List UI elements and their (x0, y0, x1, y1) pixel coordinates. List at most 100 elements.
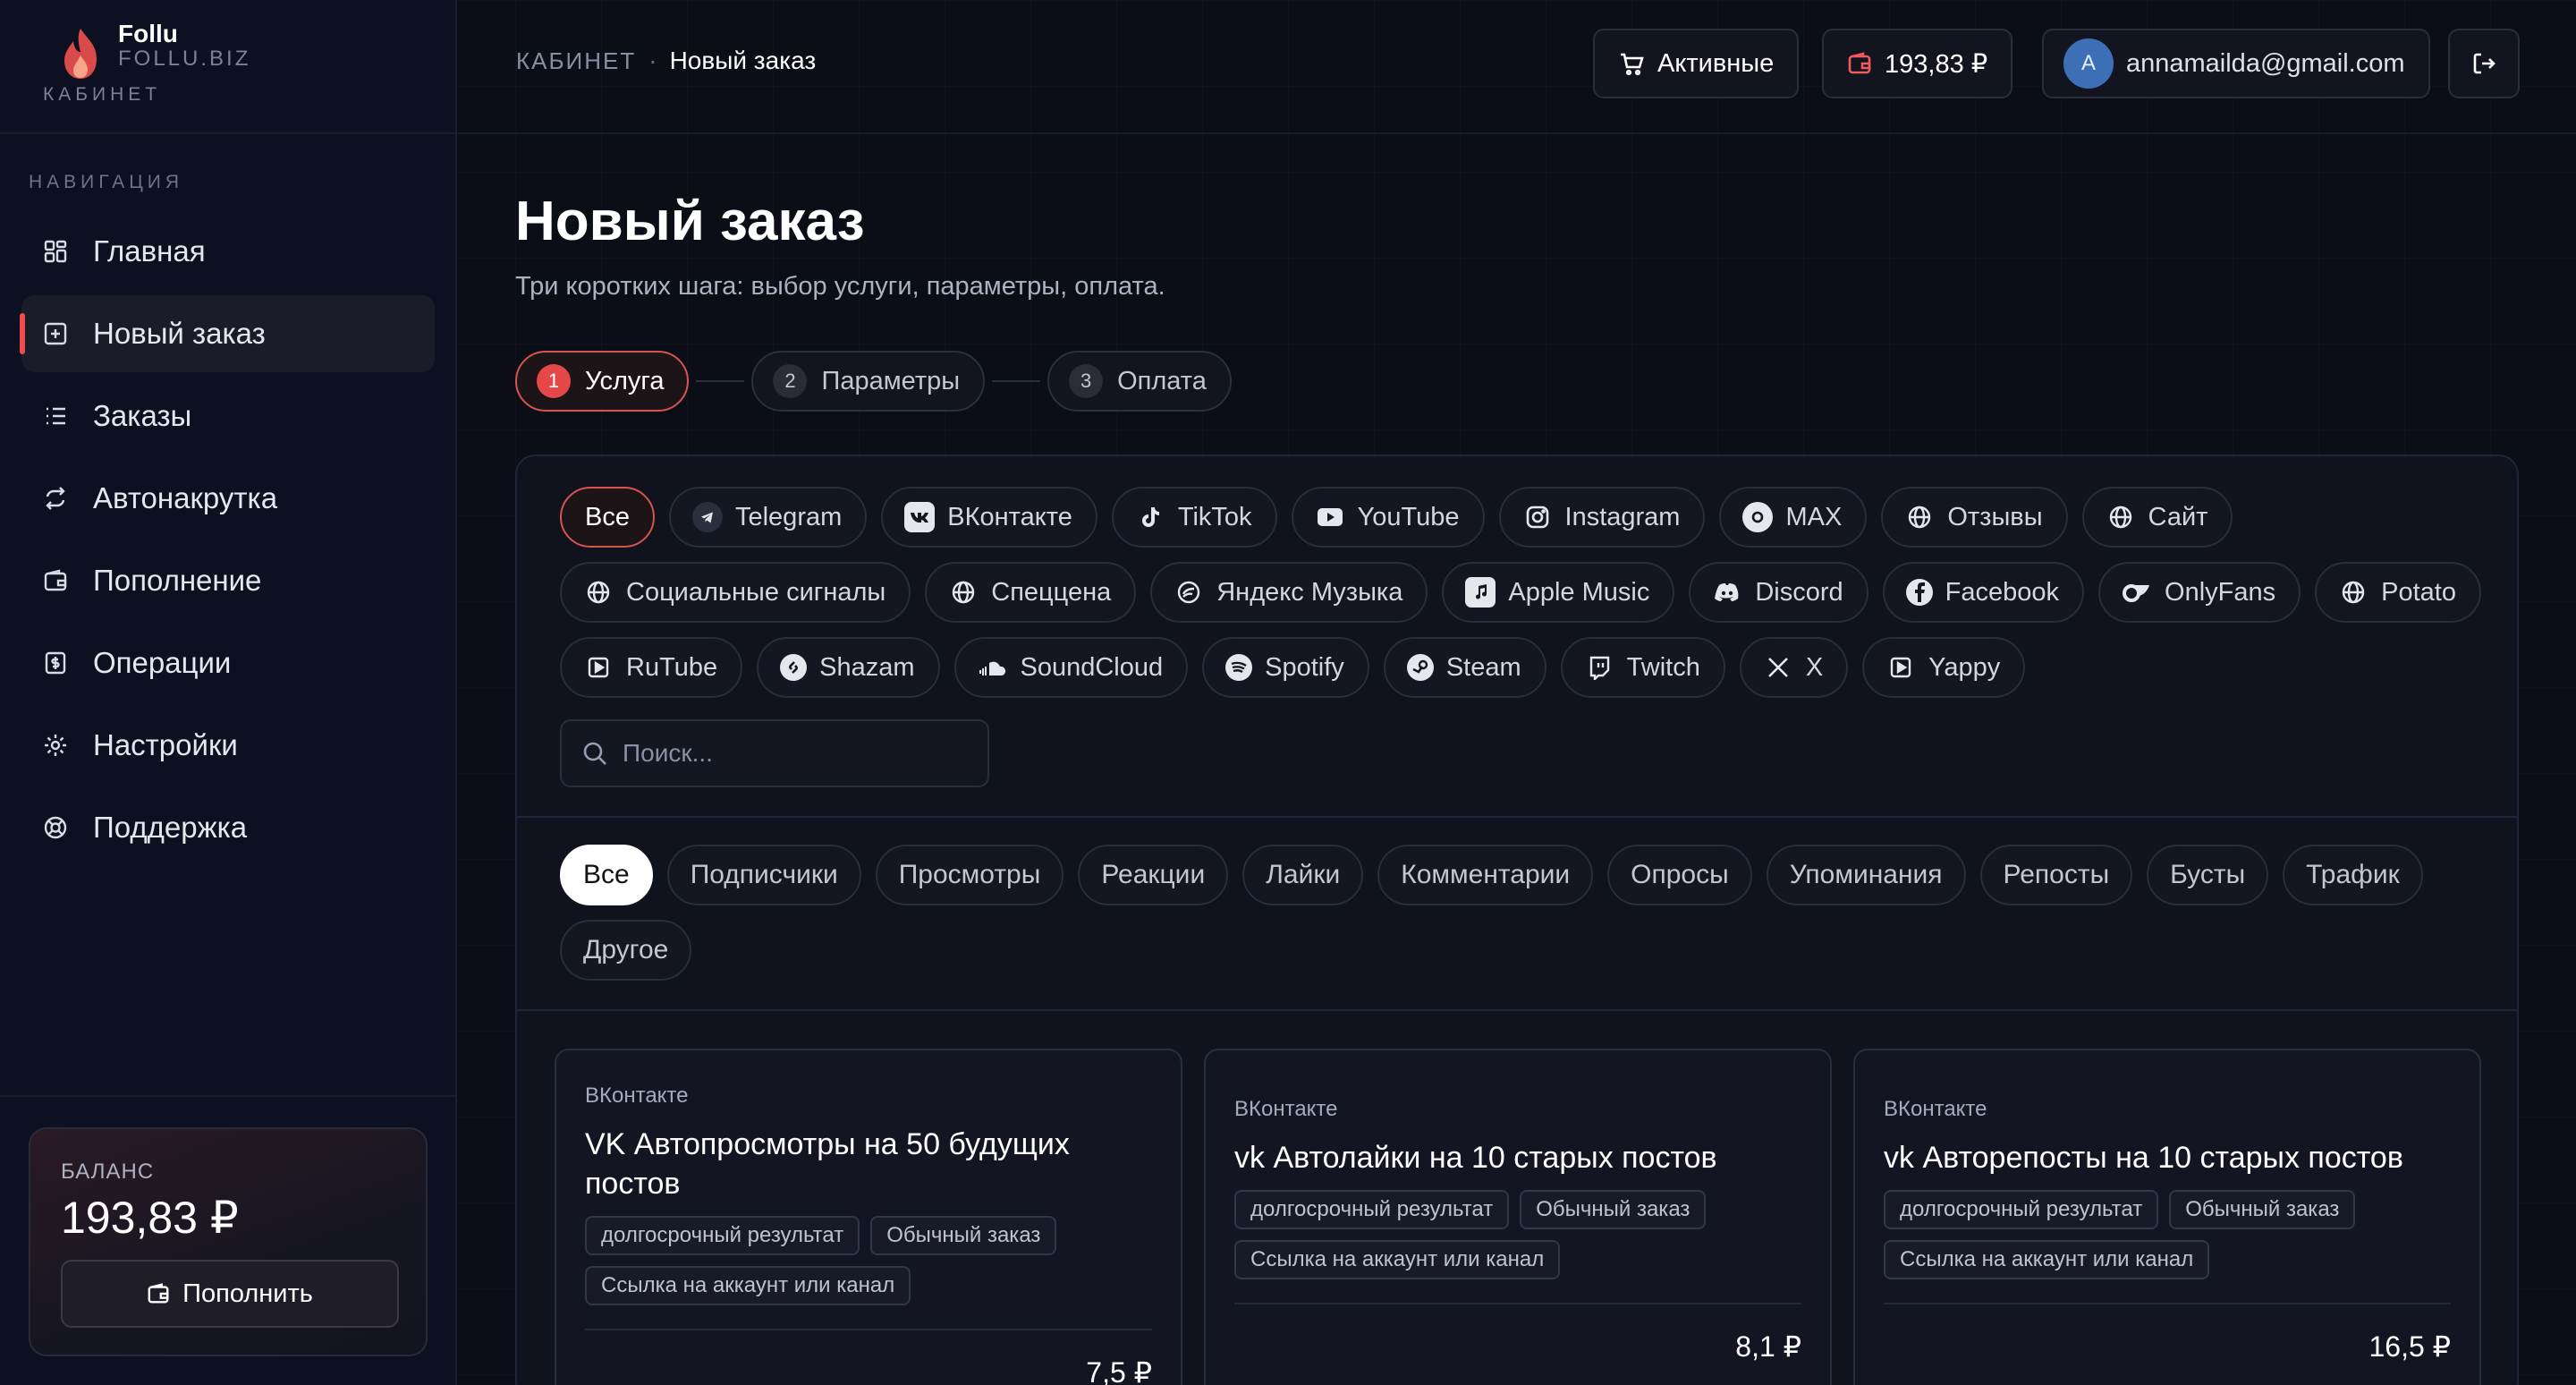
platform-chip-spotify[interactable]: Spotify (1202, 637, 1369, 698)
sidebar-item-label: Новый заказ (93, 317, 266, 350)
chip-label: Все (585, 502, 630, 531)
step-number: 3 (1069, 364, 1104, 398)
gear-icon (45, 735, 66, 756)
platform-chip-twitch[interactable]: Twitch (1560, 637, 1725, 698)
platform-chip-reviews[interactable]: Отзывы (1881, 487, 2068, 548)
receipt-icon (45, 651, 66, 675)
step-label: Услуга (585, 366, 665, 395)
platform-chip-max[interactable]: MAX (1719, 487, 1868, 548)
category-chip-boosts[interactable]: Бусты (2147, 845, 2269, 905)
platform-chip-steam[interactable]: Steam (1383, 637, 1546, 698)
page-title: Новый заказ (515, 191, 865, 252)
chip-label: MAX (1785, 502, 1843, 531)
platform-chip-rutube[interactable]: RuTube (560, 637, 743, 698)
platform-chip-yandex-music[interactable]: Яндекс Музыка (1150, 562, 1428, 623)
sidebar-nav: Главная Новый заказ Заказы Автонакрутка … (20, 213, 435, 871)
active-orders-label: Активные (1657, 48, 1775, 78)
globe-icon (583, 577, 614, 608)
platform-chip-onlyfans[interactable]: OnlyFans (2098, 562, 2301, 623)
platform-chip-apple-music[interactable]: Apple Music (1442, 562, 1675, 623)
step-label: Оплата (1117, 366, 1207, 395)
category-chip-likes[interactable]: Лайки (1242, 845, 1364, 905)
category-chip-other[interactable]: Другое (560, 920, 692, 981)
nav-title: НАВИГАЦИЯ (29, 172, 184, 192)
category-chip-polls[interactable]: Опросы (1607, 845, 1752, 905)
platform-chip-yappy[interactable]: Yappy (1862, 637, 2026, 698)
platform-chip-tiktok[interactable]: TikTok (1111, 487, 1277, 548)
sidebar-item-settings[interactable]: Настройки (21, 707, 435, 784)
category-chip-reposts[interactable]: Репосты (1979, 845, 2133, 905)
platform-chip-soundcloud[interactable]: SoundCloud (953, 637, 1189, 698)
platform-chip-all[interactable]: Все (560, 487, 655, 548)
service-price: 16,5 ₽ (1884, 1303, 2451, 1364)
platform-chip-vk[interactable]: ВКонтакте (881, 487, 1097, 548)
platform-chip-social-signals[interactable]: Социальные сигналы (560, 562, 911, 623)
globe-icon (2106, 502, 2136, 532)
rutube-icon (583, 652, 614, 683)
vk-icon (904, 502, 936, 532)
service-card[interactable]: ВКонтакте vk Авторепосты на 10 старых по… (1853, 1049, 2481, 1385)
platform-chip-instagram[interactable]: Instagram (1498, 487, 1706, 548)
logout-button[interactable] (2448, 29, 2520, 98)
chip-label: Лайки (1266, 860, 1341, 889)
plus-square-icon (44, 322, 67, 345)
category-chip-subscribers[interactable]: Подписчики (666, 845, 861, 905)
platform-chip-potato[interactable]: Potato (2315, 562, 2481, 623)
sidebar-item-operations[interactable]: Операции (21, 625, 435, 701)
platform-chip-youtube[interactable]: YouTube (1291, 487, 1485, 548)
category-chip-all[interactable]: Все (560, 845, 653, 905)
sidebar-item-home[interactable]: Главная (21, 213, 435, 290)
step-parameters[interactable]: 2 Параметры (751, 351, 986, 412)
category-chip-comments[interactable]: Комментарии (1377, 845, 1594, 905)
step-payment[interactable]: 3 Оплата (1047, 351, 1232, 412)
header-balance-button[interactable]: 193,83 ₽ (1822, 29, 2013, 98)
balance-value: 193,83 ₽ (61, 1193, 239, 1243)
chip-label: Упоминания (1789, 860, 1943, 889)
service-tag: Ссылка на аккаунт или канал (1884, 1240, 2210, 1279)
active-orders-button[interactable]: Активные (1593, 29, 1800, 98)
category-chip-traffic[interactable]: Трафик (2283, 845, 2423, 905)
sidebar-item-label: Операции (93, 646, 232, 679)
platform-chip-x[interactable]: X (1739, 637, 1849, 698)
chip-label: Трафик (2306, 860, 2400, 889)
onlyfans-icon (2122, 577, 2152, 608)
service-selector-panel: Все Telegram ВКонтакте TikTok YouTube In… (515, 455, 2519, 1385)
service-card[interactable]: ВКонтакте vk Автолайки на 10 старых пост… (1204, 1049, 1832, 1385)
chip-label: Все (583, 860, 630, 889)
service-title: vk Автолайки на 10 старых постов (1234, 1141, 1717, 1175)
sidebar-item-support[interactable]: Поддержка (21, 789, 435, 866)
topup-button[interactable]: Пополнить (61, 1260, 399, 1328)
sidebar-item-orders[interactable]: Заказы (21, 378, 435, 455)
category-chip-mentions[interactable]: Упоминания (1766, 845, 1966, 905)
sidebar-item-autoboost[interactable]: Автонакрутка (21, 460, 435, 537)
chip-label: Instagram (1564, 502, 1681, 531)
chip-label: SoundCloud (1020, 652, 1164, 682)
flame-logo-icon (64, 29, 97, 79)
breadcrumb-root[interactable]: КАБИНЕТ (516, 47, 636, 75)
platform-chip-site[interactable]: Сайт (2081, 487, 2233, 548)
category-chip-views[interactable]: Просмотры (875, 845, 1064, 905)
sidebar-item-topup[interactable]: Пополнение (21, 542, 435, 619)
platform-chip-discord[interactable]: Discord (1689, 562, 1868, 623)
service-title: vk Авторепосты на 10 старых постов (1884, 1141, 2403, 1175)
sidebar-item-new-order[interactable]: Новый заказ (20, 295, 435, 372)
service-card[interactable]: ВКонтакте VK Автопросмотры на 50 будущих… (555, 1049, 1182, 1385)
category-chip-reactions[interactable]: Реакции (1078, 845, 1229, 905)
sidebar-item-label: Пополнение (93, 564, 262, 597)
chip-label: OnlyFans (2165, 577, 2276, 607)
platform-chip-telegram[interactable]: Telegram (668, 487, 868, 548)
platform-chip-special-price[interactable]: Спеццена (925, 562, 1137, 623)
sidebar-item-label: Поддержка (93, 811, 248, 844)
chip-label: YouTube (1357, 502, 1460, 531)
user-menu-button[interactable]: A annamailda@gmail.com (2042, 29, 2430, 98)
step-service[interactable]: 1 Услуга (515, 351, 690, 412)
platform-chip-shazam[interactable]: Shazam (757, 637, 940, 698)
chip-label: Facebook (1945, 577, 2060, 607)
service-tag: Обычный заказ (870, 1216, 1057, 1255)
platform-chip-facebook[interactable]: Facebook (1882, 562, 2085, 623)
chip-label: Shazam (819, 652, 915, 682)
chip-label: Репосты (2003, 860, 2110, 889)
shazam-icon (780, 654, 808, 681)
service-category: ВКонтакте (1234, 1097, 1338, 1121)
search-input[interactable] (623, 739, 980, 768)
